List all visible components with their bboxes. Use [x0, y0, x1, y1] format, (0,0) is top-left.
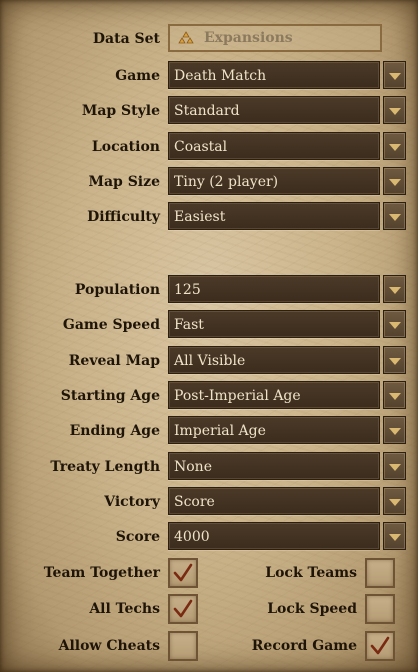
ending-age-dropdown[interactable]: Imperial Age: [168, 416, 380, 445]
difficulty-dropdown-button[interactable]: [383, 202, 406, 231]
game-settings-panel: Data Set Expansions Game Death Match Map S…: [0, 0, 418, 672]
chevron-down-icon: [389, 463, 401, 471]
score-dropdown-button[interactable]: [383, 522, 406, 551]
score-dropdown[interactable]: 4000: [168, 522, 380, 551]
population-dropdown[interactable]: 125: [168, 275, 380, 303]
location-label: Location: [91, 138, 160, 155]
location-row: Location Coastal: [0, 131, 418, 164]
chevron-down-icon: [389, 108, 401, 116]
game-speed-row: Game Speed Fast: [0, 310, 418, 342]
game-label: Game: [115, 68, 160, 84]
map-size-row: Map Size Tiny (2 player): [0, 166, 418, 199]
data-set-row: Data Set Expansions: [0, 24, 418, 56]
lock-speed-checkbox[interactable]: [365, 594, 395, 624]
game-row: Game Death Match: [0, 61, 418, 93]
record-game-label: Record Game: [251, 638, 357, 654]
difficulty-dropdown[interactable]: Easiest: [168, 202, 380, 231]
ending-age-dropdown-button[interactable]: [383, 416, 406, 445]
game-speed-label: Game Speed: [62, 317, 160, 334]
game-speed-dropdown[interactable]: Fast: [168, 310, 380, 339]
starting-age-row: Starting Age Post-Imperial Age: [0, 380, 418, 413]
starting-age-label: Starting Age: [60, 387, 160, 404]
victory-row: Victory Score: [0, 486, 418, 519]
difficulty-label: Difficulty: [87, 209, 160, 226]
ending-age-label: Ending Age: [69, 423, 160, 440]
chevron-down-icon: [389, 214, 401, 222]
chevron-down-icon: [389, 287, 401, 294]
population-row: Population 125: [0, 275, 418, 307]
location-dropdown-button[interactable]: [383, 131, 406, 160]
treaty-length-dropdown[interactable]: None: [168, 451, 380, 480]
lock-speed-label: Lock Speed: [267, 601, 357, 617]
chevron-down-icon: [389, 143, 401, 151]
map-style-row: Map Style Standard: [0, 96, 418, 128]
data-set-value: Expansions: [204, 30, 293, 46]
game-dropdown[interactable]: Death Match: [168, 61, 380, 89]
map-size-dropdown-button[interactable]: [383, 166, 406, 195]
starting-age-dropdown[interactable]: Post-Imperial Age: [168, 380, 380, 409]
location-dropdown[interactable]: Coastal: [168, 131, 380, 160]
victory-dropdown[interactable]: Score: [168, 486, 380, 515]
difficulty-row: Difficulty Easiest: [0, 202, 418, 234]
expansions-icon: [178, 31, 194, 44]
reveal-map-dropdown[interactable]: All Visible: [168, 345, 380, 374]
map-style-label: Map Style: [81, 103, 160, 120]
data-set-field[interactable]: Expansions: [168, 24, 382, 52]
lock-teams-checkbox[interactable]: [365, 558, 395, 588]
chevron-down-icon: [389, 534, 401, 542]
chevron-down-icon: [389, 357, 401, 365]
chevron-down-icon: [389, 73, 401, 80]
reveal-map-label: Reveal Map: [68, 352, 160, 369]
map-style-dropdown[interactable]: Standard: [168, 96, 380, 125]
record-game-checkbox[interactable]: [365, 631, 395, 661]
chevron-down-icon: [389, 428, 401, 436]
map-style-dropdown-button[interactable]: [383, 96, 406, 125]
chevron-down-icon: [389, 498, 401, 506]
checkmark-icon: [370, 636, 390, 655]
reveal-map-row: Reveal Map All Visible: [0, 345, 418, 378]
victory-label: Victory: [104, 493, 160, 510]
reveal-map-dropdown-button[interactable]: [383, 345, 406, 374]
map-size-dropdown[interactable]: Tiny (2 player): [168, 166, 380, 195]
chevron-down-icon: [389, 392, 401, 400]
treaty-length-label: Treaty Length: [50, 458, 160, 475]
score-row: Score 4000: [0, 522, 418, 554]
population-dropdown-button[interactable]: [383, 275, 406, 303]
treaty-length-dropdown-button[interactable]: [383, 451, 406, 480]
map-size-label: Map Size: [88, 173, 160, 190]
score-label: Score: [115, 529, 160, 546]
population-label: Population: [74, 282, 160, 298]
game-speed-dropdown-button[interactable]: [383, 310, 406, 339]
chevron-down-icon: [389, 322, 401, 330]
lock-teams-label: Lock Teams: [265, 565, 357, 581]
treaty-length-row: Treaty Length None: [0, 451, 418, 484]
victory-dropdown-button[interactable]: [383, 486, 406, 515]
ending-age-row: Ending Age Imperial Age: [0, 416, 418, 448]
game-dropdown-button[interactable]: [383, 61, 406, 89]
chevron-down-icon: [389, 178, 401, 186]
data-set-label: Data Set: [92, 31, 160, 47]
starting-age-dropdown-button[interactable]: [383, 380, 406, 409]
